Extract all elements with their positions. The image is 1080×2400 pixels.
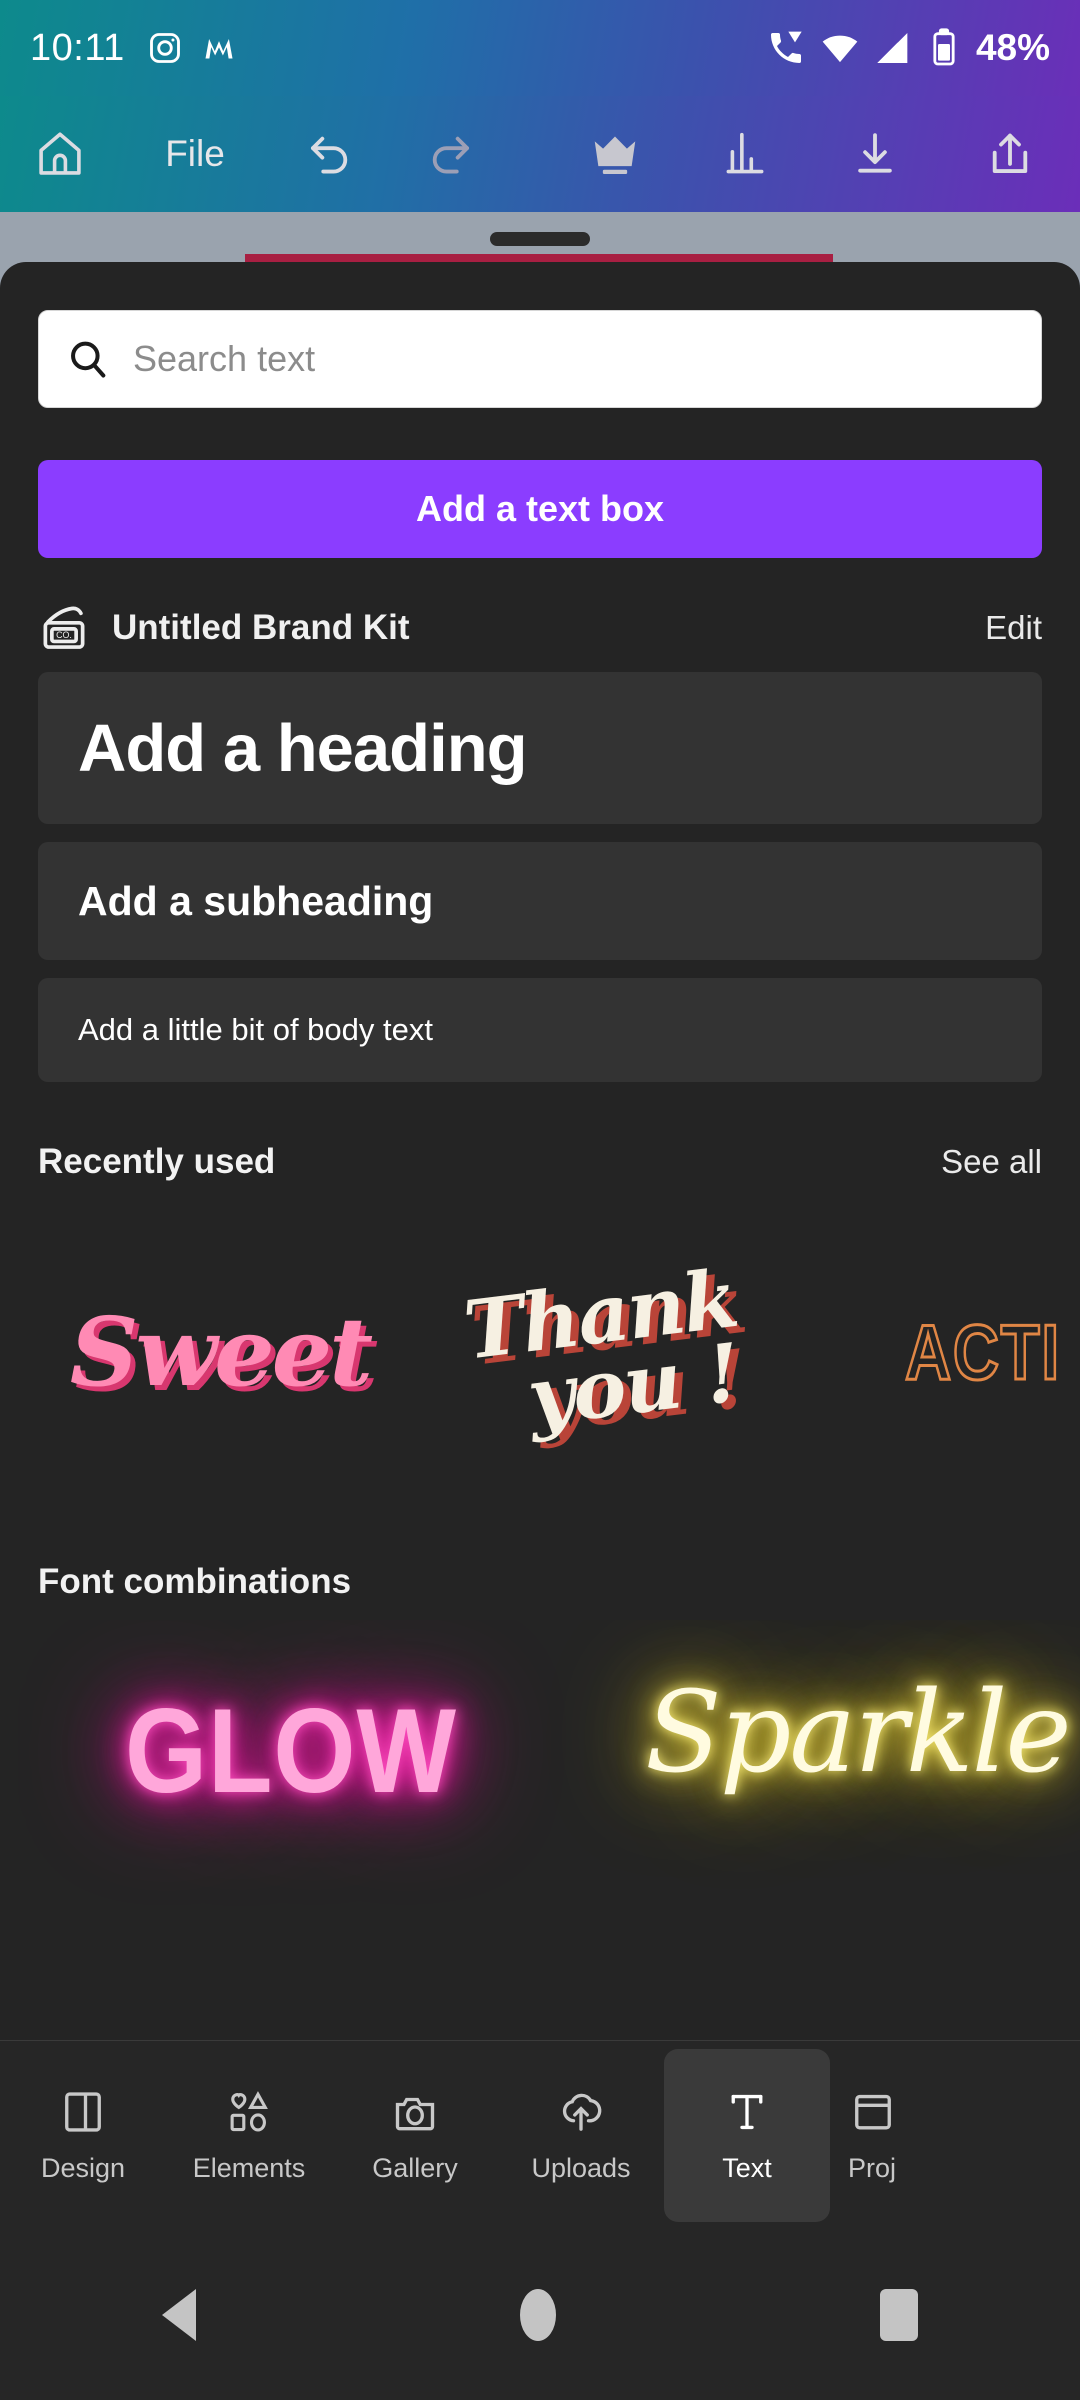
home-button[interactable] [0, 96, 120, 212]
m-app-icon [205, 39, 233, 59]
share-button[interactable] [940, 96, 1080, 212]
file-menu-label: File [165, 133, 225, 174]
svg-text:CO.: CO. [56, 630, 72, 640]
cellular-signal-icon [877, 33, 908, 63]
insights-button[interactable] [680, 96, 810, 212]
recents-icon[interactable] [880, 2289, 918, 2341]
recently-used-header: Recently used See all [38, 1142, 1042, 1182]
vowifi-call-icon [770, 31, 802, 63]
preset-subheading-label: Add a subheading [78, 877, 434, 924]
recently-used-list[interactable]: Sweet Thank you ! ACTI [0, 1202, 1080, 1502]
preset-heading-label: Add a heading [78, 710, 528, 786]
font-combo-sparkle-label: Sparkle [645, 1668, 1072, 1798]
back-icon[interactable] [162, 2289, 196, 2341]
status-notification-icons [147, 30, 237, 66]
nav-label-text: Text [722, 2153, 772, 2183]
recent-style-action-label: ACTI [904, 1306, 1061, 1397]
editor-toolbar: File [0, 96, 1080, 212]
nav-item-design[interactable]: Design [0, 2041, 166, 2230]
brand-kit-icon: CO. [43, 606, 85, 649]
share-icon [992, 133, 1028, 174]
redo-button[interactable] [390, 96, 510, 212]
status-time: 10:11 [30, 26, 125, 69]
nav-label-design: Design [40, 2153, 126, 2183]
preset-add-subheading[interactable]: Add a subheading [38, 842, 1042, 960]
search-bar[interactable]: Search text [38, 310, 1042, 408]
redo-icon [432, 136, 470, 174]
text-t-icon [731, 2094, 763, 2130]
font-combo-glow-label: GLOW [125, 1684, 457, 1818]
download-icon [858, 133, 892, 173]
undo-button[interactable] [270, 96, 390, 212]
sheet-drag-handle[interactable] [490, 232, 590, 246]
brand-kit-title: Untitled Brand Kit [112, 608, 410, 647]
recent-style-sweet[interactable]: Sweet [40, 1202, 400, 1502]
bottom-navigation: Design Elements Gallery Uploads Text Pro… [0, 2040, 1080, 2230]
font-combinations-list[interactable]: GLOW Sparkle [0, 1620, 1080, 1920]
undo-icon [310, 136, 348, 174]
nav-label-uploads: Uploads [531, 2153, 631, 2183]
nav-item-projects[interactable]: Proj [830, 2041, 950, 2230]
shapes-icon [230, 2091, 268, 2132]
recent-style-sweet-label: Sweet [69, 1296, 373, 1408]
battery-icon [933, 28, 955, 66]
font-combinations-header: Font combinations [38, 1562, 1042, 1602]
nav-label-projects: Proj [848, 2153, 897, 2183]
font-combo-sparkle[interactable]: Sparkle [645, 1668, 1072, 1798]
layout-icon [65, 2092, 101, 2132]
nav-item-text[interactable]: Text [664, 2049, 830, 2222]
home-icon [39, 132, 81, 175]
status-bar: 10:11 48% [0, 0, 1080, 96]
projects-icon [855, 2094, 891, 2130]
preset-body-label: Add a little bit of body text [78, 1012, 433, 1047]
recently-used-see-all-button[interactable]: See all [941, 1143, 1042, 1181]
preset-add-body-text[interactable]: Add a little bit of body text [38, 978, 1042, 1082]
instagram-icon [149, 33, 180, 63]
camera-icon [395, 2097, 435, 2131]
nav-item-elements[interactable]: Elements [166, 2041, 332, 2230]
battery-percent: 48% [975, 27, 1050, 68]
home-circle-icon[interactable] [520, 2289, 556, 2341]
nav-item-gallery[interactable]: Gallery [332, 2041, 498, 2230]
brand-kit-edit-button[interactable]: Edit [985, 609, 1042, 647]
recent-style-action[interactable]: ACTI [904, 1202, 1080, 1502]
preset-add-heading[interactable]: Add a heading [38, 672, 1042, 824]
add-text-box-button[interactable]: Add a text box [38, 460, 1042, 558]
download-button[interactable] [810, 96, 940, 212]
brand-kit-row: CO. Untitled Brand Kit Edit [38, 602, 1042, 654]
status-system-icons: 48% [766, 27, 1050, 69]
nav-label-gallery: Gallery [372, 2153, 458, 2183]
font-combinations-title: Font combinations [38, 1562, 352, 1601]
file-menu-button[interactable]: File [120, 96, 270, 212]
recent-style-thank-you[interactable]: Thank you ! [423, 1202, 787, 1502]
android-navigation-bar [0, 2230, 1080, 2400]
wifi-icon [822, 35, 858, 63]
font-combo-glow[interactable]: GLOW [125, 1682, 457, 1820]
recent-style-thank-you-line2: you ! [522, 1325, 744, 1445]
recently-used-title: Recently used [38, 1142, 276, 1181]
crown-icon [594, 136, 636, 175]
nav-label-elements: Elements [192, 2153, 306, 2183]
nav-item-uploads[interactable]: Uploads [498, 2041, 664, 2230]
search-input[interactable]: Search text [133, 338, 315, 380]
bar-chart-icon [726, 132, 764, 174]
cloud-upload-icon [562, 2093, 602, 2131]
text-panel-sheet: Search text Add a text box CO. Untitled … [0, 262, 1080, 2090]
search-icon [71, 341, 106, 378]
add-text-box-label: Add a text box [415, 488, 665, 529]
pro-upgrade-button[interactable] [550, 96, 680, 212]
